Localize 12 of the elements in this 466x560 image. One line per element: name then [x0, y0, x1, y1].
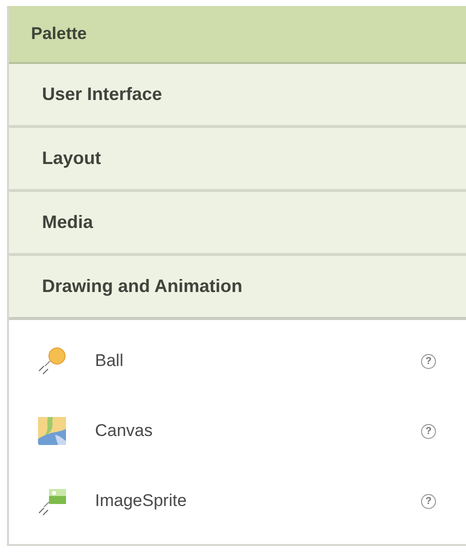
component-label[interactable]: Canvas: [95, 418, 153, 444]
component-label[interactable]: ImageSprite: [95, 488, 187, 514]
help-icon[interactable]: ?: [421, 424, 436, 438]
canvas-icon: [35, 415, 69, 447]
help-icon[interactable]: ?: [421, 494, 436, 508]
category-header[interactable]: Media: [9, 192, 466, 256]
palette-title: Palette: [9, 6, 466, 64]
category-header[interactable]: Layout: [9, 128, 466, 192]
component-label[interactable]: Ball: [95, 348, 124, 374]
help-icon[interactable]: ?: [421, 354, 436, 368]
category-header[interactable]: Drawing and Animation: [9, 256, 466, 320]
category-header[interactable]: User Interface: [9, 64, 466, 128]
